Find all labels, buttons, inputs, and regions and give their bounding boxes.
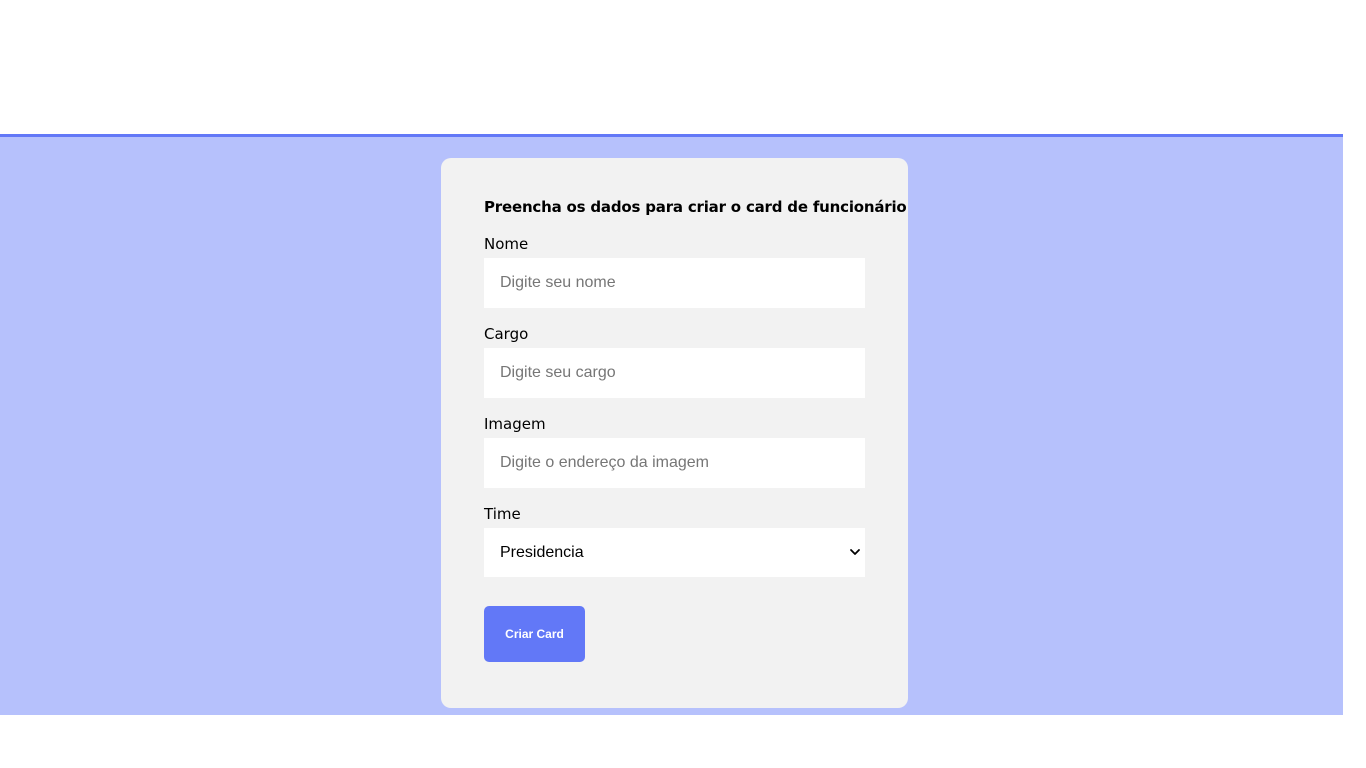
name-field-group: Nome	[484, 234, 865, 308]
role-field-group: Cargo	[484, 324, 865, 398]
image-url-input[interactable]	[484, 438, 865, 488]
team-select-wrapper: Presidencia	[484, 528, 865, 577]
create-card-button[interactable]: Criar Card	[484, 606, 585, 662]
team-select[interactable]: Presidencia	[484, 528, 865, 577]
image-label: Imagem	[484, 415, 546, 433]
role-input[interactable]	[484, 348, 865, 398]
name-label: Nome	[484, 235, 529, 253]
page-header	[0, 0, 1343, 134]
form-title: Preencha os dados para criar o card de f…	[484, 198, 907, 216]
role-label: Cargo	[484, 325, 529, 343]
team-field-group: Time Presidencia	[484, 504, 865, 577]
name-input[interactable]	[484, 258, 865, 308]
employee-form: Preencha os dados para criar o card de f…	[441, 158, 908, 708]
image-field-group: Imagem	[484, 414, 865, 488]
team-label: Time	[484, 505, 521, 523]
